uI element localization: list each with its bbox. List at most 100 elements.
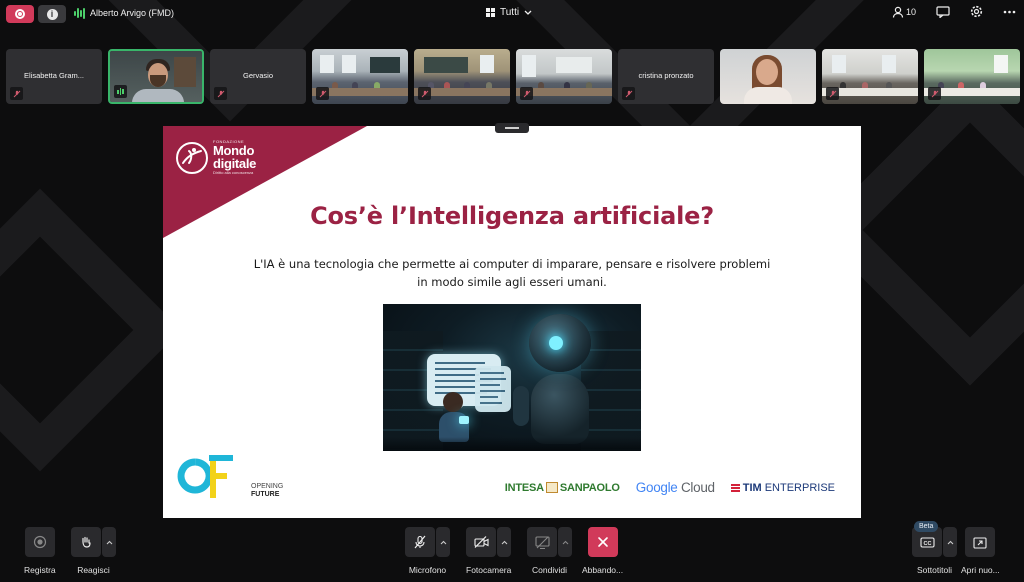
condividi-button[interactable] [527, 527, 557, 557]
opening-future-mark [177, 455, 233, 498]
participant-tile[interactable] [720, 49, 816, 104]
condividi-label: Condividi [532, 565, 567, 575]
active-speaker: Alberto Arvigo (FMD) [74, 7, 174, 19]
svg-text:CC: CC [923, 540, 931, 546]
chevron-up-icon [106, 540, 112, 544]
slide-body: L'IA è una tecnologia che permette ai co… [253, 257, 771, 289]
mic-muted-icon [214, 87, 227, 100]
participants-strip: Elisabetta Gram... Gervasio cristina pro… [6, 49, 1020, 104]
chevron-down-icon [524, 10, 532, 15]
opening-future-line1: OPENING [251, 483, 284, 490]
apri-nuova-button[interactable] [965, 527, 996, 557]
camera-off-icon [474, 536, 489, 548]
sottotitoli-options-button[interactable] [943, 527, 957, 557]
mic-muted-icon [316, 87, 329, 100]
mic-muted-icon [418, 87, 431, 100]
intesa-sanpaolo-logo: INTESA SANPAOLO [505, 482, 620, 494]
settings-icon[interactable] [970, 5, 983, 18]
registra-button[interactable] [24, 527, 55, 557]
participant-tile[interactable]: Elisabetta Gram... [6, 49, 102, 104]
brand-tagline: Diritto alla conoscenza [213, 170, 254, 175]
participant-tile[interactable] [822, 49, 918, 104]
view-selector[interactable]: Tutti [486, 7, 532, 18]
view-label: Tutti [500, 7, 520, 18]
google-label: Google [635, 480, 678, 495]
chevron-up-icon [440, 540, 446, 544]
reagisci-label: Reagisci [77, 565, 110, 575]
google-cloud-logo: Google Cloud [636, 480, 715, 495]
cloud-label: Cloud [680, 480, 715, 495]
mic-muted-icon [520, 87, 533, 100]
fotocamera-options-button[interactable] [497, 527, 512, 557]
brand-foundation-label: FONDAZIONE [213, 139, 245, 144]
participant-tile[interactable] [414, 49, 510, 104]
microfono-label: Microfono [408, 565, 447, 575]
participants-button[interactable]: 10 [892, 6, 916, 18]
record-button[interactable] [6, 5, 34, 23]
participant-tile-active-speaker[interactable] [108, 49, 204, 104]
info-icon: i [46, 8, 58, 20]
close-icon [597, 537, 608, 547]
participant-video [720, 49, 816, 104]
mic-control: Microfono [405, 527, 450, 575]
fotocamera-button[interactable] [466, 527, 497, 557]
opening-future-line2: FUTURE [251, 491, 280, 498]
chat-icon[interactable] [936, 5, 950, 18]
mic-muted-icon [10, 87, 23, 100]
mondo-digitale-logo-icon [176, 141, 208, 174]
participant-tile[interactable] [516, 49, 612, 104]
mic-muted-icon [622, 87, 635, 100]
participant-name: Elisabetta Gram... [23, 71, 85, 80]
mic-muted-icon [826, 87, 839, 100]
sottotitoli-label: Sottotitoli [917, 565, 952, 575]
opening-future-logo: OPENING FUTURE [177, 452, 283, 502]
ai-illustration [383, 304, 641, 451]
open-new-control: Apri nuo... [961, 527, 1000, 575]
raise-hand-icon [82, 536, 91, 548]
participant-tile[interactable]: cristina pronzato [618, 49, 714, 104]
slide-collapse-handle[interactable] [495, 123, 529, 133]
participants-count: 10 [905, 6, 916, 17]
top-right-controls: 10 [892, 5, 1016, 18]
share-screen-icon [534, 535, 550, 549]
bottom-bar: Registra Reagisci Microfono Fotocamera C… [0, 527, 1024, 582]
mic-muted-icon [928, 87, 941, 100]
sponsor-logos: INTESA SANPAOLO Google Cloud TIM ENTERPR… [505, 480, 835, 495]
reagisci-button[interactable] [71, 527, 101, 557]
meeting-window: i Alberto Arvigo (FMD) Tutti 10 Elisabet… [0, 0, 1024, 582]
participant-video [110, 51, 202, 102]
reagisci-options-button[interactable] [102, 527, 116, 557]
more-icon[interactable] [1003, 10, 1016, 14]
participant-name: Gervasio [242, 71, 273, 80]
participant-name: cristina pronzato [638, 71, 694, 80]
react-control: Reagisci [71, 527, 116, 575]
enterprise-label: ENTERPRISE [764, 481, 835, 494]
microfono-options-button[interactable] [436, 527, 450, 557]
participant-tile[interactable]: Gervasio [210, 49, 306, 104]
mondo-digitale-logo: FONDAZIONE Mondo digitale Diritto alla c… [175, 140, 256, 175]
shared-screen-slide: FONDAZIONE Mondo digitale Diritto alla c… [163, 126, 861, 518]
record-icon [15, 9, 25, 19]
participant-tile[interactable] [924, 49, 1020, 104]
registra-label: Registra [24, 565, 56, 575]
captions-control: CC Sottotitoli [912, 527, 957, 575]
sanpaolo-label: SANPAOLO [559, 481, 620, 494]
participant-tile[interactable] [312, 49, 408, 104]
fotocamera-label: Fotocamera [466, 565, 512, 575]
chevron-up-icon [947, 540, 953, 544]
condividi-options-button[interactable] [558, 527, 572, 557]
tim-label: TIM [742, 481, 762, 494]
slide-title: Cos’è l’Intelligenza artificiale? [310, 202, 714, 230]
apri-nuova-label: Apri nuo... [961, 565, 1000, 575]
share-control: Condividi [527, 527, 572, 575]
grid-view-icon [486, 8, 495, 17]
record-icon [33, 535, 46, 549]
mic-off-icon [414, 535, 426, 549]
microfono-button[interactable] [405, 527, 435, 557]
beta-badge: Beta [914, 521, 939, 532]
abbandona-button[interactable] [587, 527, 618, 557]
background-shape [0, 188, 182, 472]
intesa-label: INTESA [504, 481, 544, 494]
info-button[interactable]: i [38, 5, 66, 23]
tim-enterprise-logo: TIM ENTERPRISE [730, 481, 835, 494]
